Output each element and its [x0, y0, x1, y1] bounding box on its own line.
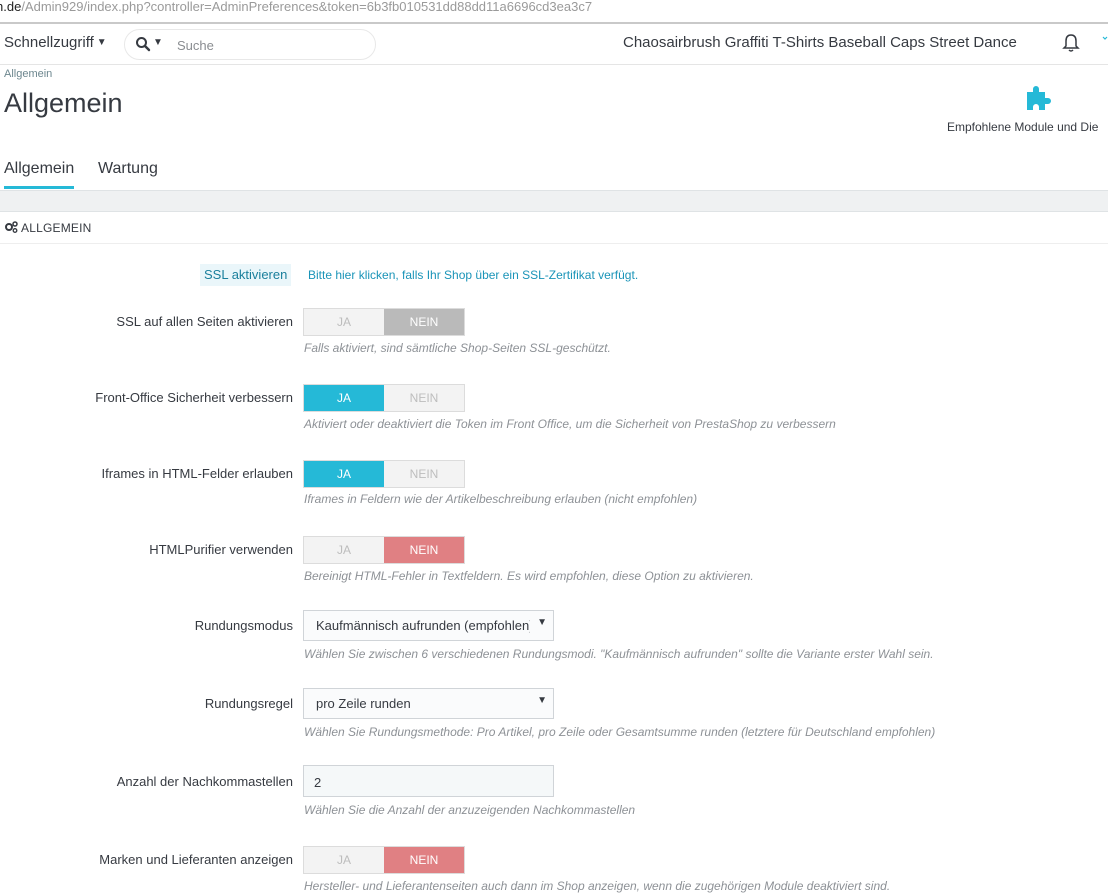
ssl-all-yes[interactable]: JA [304, 309, 384, 335]
employee-menu-icon[interactable] [1102, 34, 1108, 44]
decimals-label: Anzahl der Nachkommastellen [116, 774, 293, 789]
brands-label: Marken und Lieferanten anzeigen [99, 852, 293, 867]
browser-url-bar[interactable]: n.de/Admin929/index.php?controller=Admin… [0, 0, 1108, 24]
iframes-label: Iframes in HTML-Felder erlauben [101, 466, 293, 481]
ssl-all-help: Falls aktiviert, sind sämtliche Shop-Sei… [304, 341, 611, 355]
ssl-enable-link[interactable]: Bitte hier klicken, falls Ihr Shop über … [308, 268, 638, 282]
rounding-mode-help: Wählen Sie zwischen 6 verschiedenen Rund… [304, 647, 934, 661]
recommended-modules-button[interactable]: Empfohlene Module und Die [947, 120, 1098, 134]
search-box: ▼ [124, 29, 376, 60]
front-security-switch: JA NEIN [303, 384, 465, 412]
quick-access-menu[interactable]: Schnellzugriff ▼ [4, 34, 107, 51]
gears-icon [5, 221, 18, 233]
brands-switch: JA NEIN [303, 846, 465, 874]
quick-access-label: Schnellzugriff [4, 34, 94, 51]
chevron-down-icon: ▼ [96, 37, 107, 48]
shop-name-link[interactable]: Chaosairbrush Graffiti T-Shirts Baseball… [623, 34, 1017, 51]
panel-heading: ALLGEMEIN [0, 212, 1108, 244]
iframes-switch: JA NEIN [303, 460, 465, 488]
search-input[interactable] [175, 34, 359, 56]
ssl-all-label: SSL auf allen Seiten aktivieren [116, 314, 293, 329]
url-host: n.de [0, 0, 22, 14]
bell-icon[interactable] [1060, 32, 1082, 54]
chevron-down-icon: ▼ [537, 695, 547, 706]
chevron-down-icon: ▼ [537, 617, 547, 628]
purifier-yes[interactable]: JA [304, 537, 384, 563]
decimals-help: Wählen Sie die Anzahl der anzuzeigenden … [304, 803, 636, 817]
puzzle-icon[interactable] [1024, 84, 1052, 112]
rounding-rule-help: Wählen Sie Rundungsmethode: Pro Artikel,… [304, 725, 936, 739]
purifier-no[interactable]: NEIN [384, 537, 464, 563]
rounding-mode-select[interactable]: Kaufmännisch aufrunden (empfohlen) ▼ [303, 610, 554, 641]
iframes-yes[interactable]: JA [304, 461, 384, 487]
breadcrumb[interactable]: Allgemein [4, 68, 52, 80]
tab-general[interactable]: Allgemein [4, 160, 75, 189]
iframes-help: Iframes in Feldern wie der Artikelbeschr… [304, 492, 698, 506]
top-header: Schnellzugriff▼ ▼ Chaosairbrush Graffiti… [0, 24, 1108, 65]
iframes-no[interactable]: NEIN [384, 461, 464, 487]
front-security-help: Aktiviert oder deaktiviert die Token im … [304, 417, 836, 431]
ssl-all-switch: JA NEIN [303, 308, 465, 336]
ssl-all-no[interactable]: NEIN [384, 309, 464, 335]
decimals-field-wrap [303, 765, 554, 797]
rounding-mode-value: Kaufmännisch aufrunden (empfohlen) [316, 618, 530, 633]
rounding-rule-value: pro Zeile runden [316, 696, 411, 711]
rounding-rule-select[interactable]: pro Zeile runden ▼ [303, 688, 554, 719]
front-security-no[interactable]: NEIN [384, 385, 464, 411]
tab-maintenance[interactable]: Wartung [98, 160, 158, 186]
url-path: /Admin929/index.php?controller=AdminPref… [21, 0, 593, 14]
front-security-yes[interactable]: JA [304, 385, 384, 411]
purifier-switch: JA NEIN [303, 536, 465, 564]
purifier-help: Bereinigt HTML-Fehler in Textfeldern. Es… [304, 569, 754, 583]
decimals-input[interactable] [312, 772, 546, 792]
tab-bar: Allgemein Wartung [0, 158, 1108, 190]
rounding-rule-label: Rundungsregel [204, 696, 293, 711]
purifier-label: HTMLPurifier verwenden [149, 542, 293, 557]
panel-title: ALLGEMEIN [21, 221, 92, 235]
brands-yes[interactable]: JA [304, 847, 384, 873]
brands-help: Hersteller- und Lieferantenseiten auch d… [304, 879, 891, 893]
divider-band [0, 190, 1108, 212]
brands-no[interactable]: NEIN [384, 847, 464, 873]
rounding-mode-label: Rundungsmodus [194, 618, 293, 633]
ssl-enable-button[interactable]: SSL aktivieren [200, 264, 292, 286]
page-title: Allgemein [4, 88, 123, 118]
search-type-chevron-icon[interactable]: ▼ [153, 37, 163, 48]
front-security-label: Front-Office Sicherheit verbessern [95, 390, 293, 405]
search-icon[interactable] [135, 36, 151, 52]
